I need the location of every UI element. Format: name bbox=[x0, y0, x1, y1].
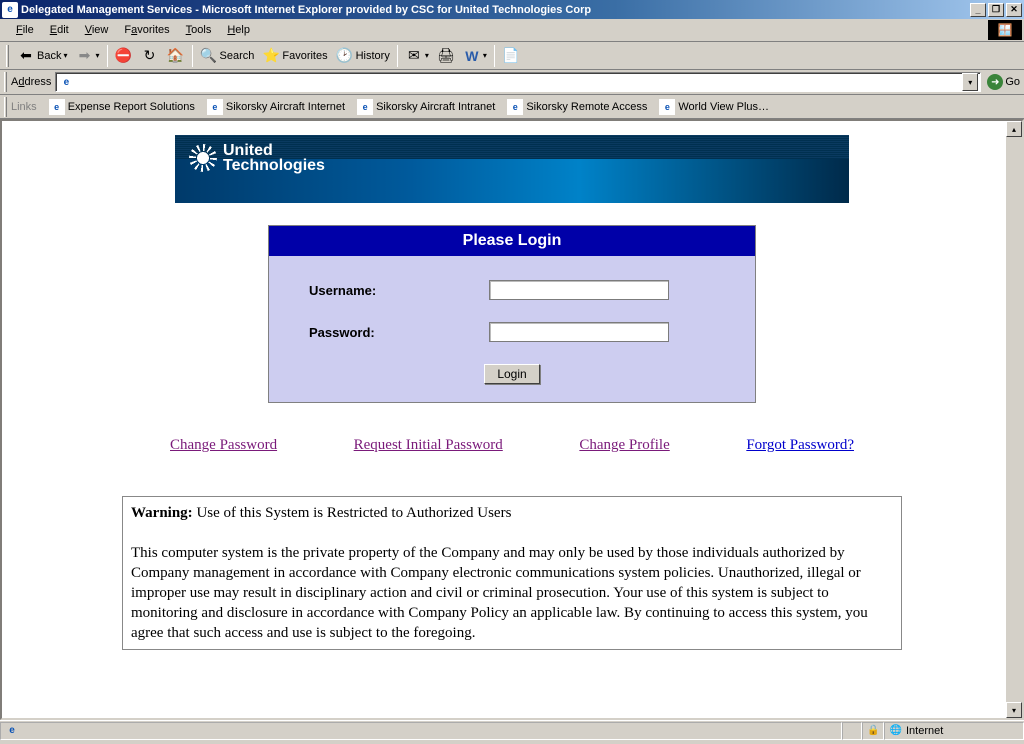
dropdown-arrow-icon: ▾ bbox=[95, 51, 99, 60]
ie-page-icon: e bbox=[49, 99, 65, 115]
username-input[interactable] bbox=[489, 280, 669, 300]
login-header: Please Login bbox=[269, 226, 755, 256]
mail-button[interactable]: ✉▾ bbox=[401, 45, 433, 67]
password-label: Password: bbox=[309, 325, 489, 340]
ie-page-icon: e bbox=[507, 99, 523, 115]
forward-button[interactable]: ➡ ▾ bbox=[71, 45, 103, 67]
warning-body: This computer system is the private prop… bbox=[131, 543, 893, 643]
login-panel: Please Login Username: Password: Login bbox=[268, 225, 756, 403]
status-message-cell: e bbox=[0, 722, 842, 740]
internet-zone-icon: 🌐 bbox=[889, 724, 903, 738]
ie-icon: e bbox=[2, 2, 18, 18]
windows-logo-icon: 🪟 bbox=[988, 20, 1022, 40]
link-expense-report[interactable]: eExpense Report Solutions bbox=[43, 98, 201, 116]
go-icon: ➜ bbox=[987, 74, 1003, 90]
toolbar: ⬅ Back ▾ ➡ ▾ ⛔ ↻ 🏠 🔍 Search ⭐ Favorites … bbox=[0, 42, 1024, 70]
warning-bold: Warning: bbox=[131, 505, 193, 521]
search-icon: 🔍 bbox=[200, 47, 218, 65]
link-sikorsky-remote[interactable]: eSikorsky Remote Access bbox=[501, 98, 653, 116]
status-lock-cell: 🔒 bbox=[862, 722, 884, 740]
password-input[interactable] bbox=[489, 322, 669, 342]
address-box[interactable]: e ▾ bbox=[55, 72, 981, 92]
username-label: Username: bbox=[309, 283, 489, 298]
link-world-view[interactable]: eWorld View Plus… bbox=[653, 98, 775, 116]
ie-page-icon: e bbox=[659, 99, 675, 115]
refresh-button[interactable]: ↻ bbox=[137, 45, 163, 67]
forgot-password-link[interactable]: Forgot Password? bbox=[746, 437, 854, 454]
ie-page-icon: e bbox=[357, 99, 373, 115]
menu-view[interactable]: View bbox=[77, 22, 117, 38]
brand-banner: United Technologies bbox=[175, 135, 849, 203]
window-title: Delegated Management Services - Microsof… bbox=[21, 4, 591, 16]
change-profile-link[interactable]: Change Profile bbox=[579, 437, 669, 454]
links-bar: Links eExpense Report Solutions eSikorsk… bbox=[0, 95, 1024, 119]
dropdown-arrow-icon: ▾ bbox=[63, 51, 67, 60]
minimize-button[interactable]: _ bbox=[970, 3, 986, 17]
links-label: Links bbox=[11, 101, 37, 113]
content-viewport: ▴ ▾ United Technologies Please Login Use… bbox=[0, 119, 1024, 720]
scroll-up-icon[interactable]: ▴ bbox=[1006, 121, 1022, 137]
warning-line1: Use of this System is Restricted to Auth… bbox=[193, 505, 512, 521]
home-button[interactable]: 🏠 bbox=[163, 45, 189, 67]
maximize-button[interactable]: ❐ bbox=[988, 3, 1004, 17]
ie-page-icon: e bbox=[5, 724, 19, 738]
refresh-icon: ↻ bbox=[141, 47, 159, 65]
print-button[interactable]: 🖨 bbox=[433, 45, 459, 67]
utc-logo-icon bbox=[189, 144, 217, 172]
scroll-down-icon[interactable]: ▾ bbox=[1006, 702, 1022, 718]
home-icon: 🏠 bbox=[167, 47, 185, 65]
status-zone-text: Internet bbox=[906, 725, 943, 737]
address-dropdown-icon[interactable]: ▾ bbox=[962, 73, 978, 91]
back-arrow-icon: ⬅ bbox=[17, 47, 35, 65]
back-button[interactable]: ⬅ Back ▾ bbox=[13, 45, 71, 67]
print-icon: 🖨 bbox=[437, 47, 455, 65]
login-button[interactable]: Login bbox=[484, 364, 539, 384]
history-button[interactable]: 🕑 History bbox=[332, 45, 394, 67]
discuss-icon: 📄 bbox=[502, 47, 520, 65]
menu-file[interactable]: File bbox=[8, 22, 42, 38]
window-titlebar: e Delegated Management Services - Micros… bbox=[0, 0, 1024, 19]
change-password-link[interactable]: Change Password bbox=[170, 437, 277, 454]
link-sikorsky-internet[interactable]: eSikorsky Aircraft Internet bbox=[201, 98, 351, 116]
back-label: Back bbox=[37, 50, 61, 62]
menu-edit[interactable]: Edit bbox=[42, 22, 77, 38]
favorites-button[interactable]: ⭐ Favorites bbox=[258, 45, 331, 67]
history-icon: 🕑 bbox=[336, 47, 354, 65]
status-spacer-cell bbox=[842, 722, 862, 740]
warning-box: Warning: Use of this System is Restricte… bbox=[122, 496, 902, 650]
menu-bar: File Edit View Favorites Tools Help 🪟 bbox=[0, 19, 1024, 42]
lock-icon: 🔒 bbox=[867, 724, 879, 738]
word-icon: W bbox=[463, 47, 481, 65]
stop-button[interactable]: ⛔ bbox=[111, 45, 137, 67]
address-input[interactable] bbox=[78, 75, 962, 89]
mail-icon: ✉ bbox=[405, 47, 423, 65]
page-icon: e bbox=[58, 74, 74, 90]
brand-line1: United bbox=[223, 143, 325, 158]
favorites-icon: ⭐ bbox=[262, 47, 280, 65]
link-sikorsky-intranet[interactable]: eSikorsky Aircraft Intranet bbox=[351, 98, 501, 116]
status-zone-cell: 🌐 Internet bbox=[884, 722, 1024, 740]
address-bar: Address e ▾ ➜ Go bbox=[0, 70, 1024, 95]
menu-tools[interactable]: Tools bbox=[178, 22, 220, 38]
address-label: Address bbox=[11, 76, 51, 88]
close-button[interactable]: ✕ bbox=[1006, 3, 1022, 17]
discuss-button[interactable]: 📄 bbox=[498, 45, 524, 67]
menu-help[interactable]: Help bbox=[219, 22, 258, 38]
search-button[interactable]: 🔍 Search bbox=[196, 45, 259, 67]
request-initial-password-link[interactable]: Request Initial Password bbox=[354, 437, 503, 454]
toolbar-grip bbox=[6, 45, 9, 67]
status-bar: e 🔒 🌐 Internet bbox=[0, 720, 1024, 740]
stop-icon: ⛔ bbox=[115, 47, 133, 65]
action-links: Change Password Request Initial Password… bbox=[162, 437, 862, 454]
go-button[interactable]: ➜ Go bbox=[987, 74, 1020, 90]
vertical-scrollbar[interactable]: ▴ ▾ bbox=[1006, 121, 1022, 718]
edit-button[interactable]: W▾ bbox=[459, 45, 491, 67]
brand-line2: Technologies bbox=[223, 158, 325, 173]
menu-favorites[interactable]: Favorites bbox=[116, 22, 177, 38]
ie-page-icon: e bbox=[207, 99, 223, 115]
forward-arrow-icon: ➡ bbox=[75, 47, 93, 65]
